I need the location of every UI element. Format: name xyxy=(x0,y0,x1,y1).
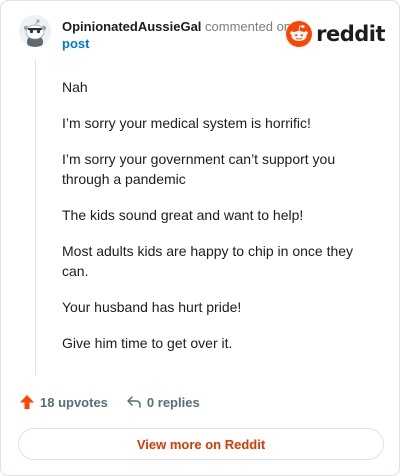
comment-paragraph: I’m sorry your government can’t support … xyxy=(62,151,336,187)
comment-body: Nah I’m sorry your medical system is hor… xyxy=(62,77,362,369)
upvote-count: 18 upvotes xyxy=(40,394,108,410)
reddit-wordmark: reddit xyxy=(316,22,385,46)
replies-button[interactable]: 0 replies xyxy=(126,394,200,410)
post-link[interactable]: post xyxy=(62,36,89,51)
reddit-snoo-icon xyxy=(286,21,313,47)
user-avatar[interactable] xyxy=(19,15,51,47)
comment-paragraph: The kids sound great and want to help! xyxy=(62,207,304,223)
upvote-arrow-icon xyxy=(20,395,34,409)
comment-actions: 18 upvotes 0 replies xyxy=(19,394,200,410)
reply-count: 0 replies xyxy=(146,394,200,410)
comment-paragraph: I’m sorry your medical system is horrifi… xyxy=(62,115,311,131)
comment-paragraph: Nah xyxy=(62,79,88,95)
comment-paragraph: Give him time to get over it. xyxy=(62,335,233,351)
reddit-logo[interactable]: reddit xyxy=(286,21,385,47)
embedded-comment-card: OpinionatedAussieGal commented on post r… xyxy=(0,0,400,476)
comment-paragraph: Most adults kids are happy to chip in on… xyxy=(62,243,354,279)
snoo-avatar-icon xyxy=(19,15,51,47)
view-more-on-reddit-button[interactable]: View more on Reddit xyxy=(18,428,384,460)
username-link[interactable]: OpinionatedAussieGal xyxy=(62,19,201,34)
thread-line xyxy=(35,59,36,375)
reply-arrow-icon xyxy=(127,396,141,408)
commented-on-text: commented on xyxy=(205,19,292,34)
upvote-button[interactable]: 18 upvotes xyxy=(19,394,108,410)
comment-paragraph: Your husband has hurt pride! xyxy=(62,299,242,315)
comment-header: OpinionatedAussieGal commented on post xyxy=(62,18,302,52)
